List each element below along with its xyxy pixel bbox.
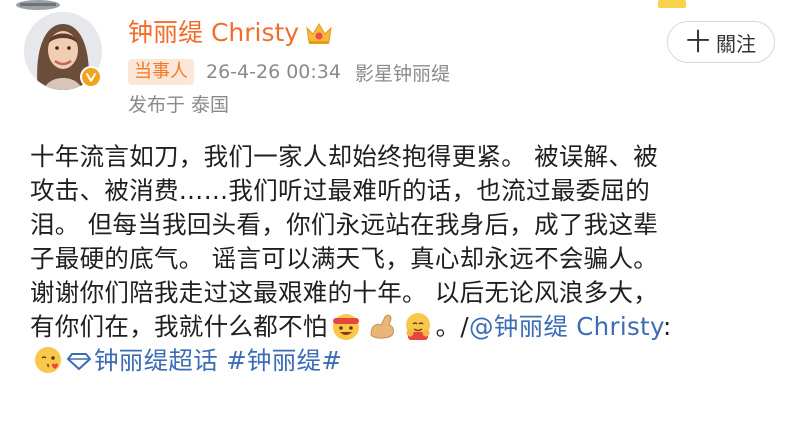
user-title: 影星钟丽缇 (354, 62, 450, 85)
mention-link[interactable]: @钟丽缇 Christy (469, 312, 663, 341)
hugging-face-icon (405, 313, 430, 340)
follow-label: 關注 (716, 31, 756, 56)
post-content: 十年流言如刀，我们一家人却始终抱得更紧。 被误解、被 攻击、被消费……我们听过最… (30, 140, 780, 378)
post-line: 子最硬的底气。 谣言可以满天飞，真心却永远不会骗人。 (30, 244, 659, 273)
crown-icon (306, 23, 332, 44)
verified-icon (80, 66, 102, 88)
hashtag-link[interactable]: #钟丽缇# (226, 346, 342, 375)
decor-corner-icon (658, 0, 686, 8)
post-meta: 当事人 26-4-26 00:34 影星钟丽缇 (128, 58, 450, 86)
post-line: 有你们在，我就什么都不怕 。/@钟丽缇 Christy: (30, 310, 780, 344)
face-blowing-kiss-icon (35, 347, 61, 373)
post-line: 攻击、被消费……我们听过最难听的话，也流过最委屈的 (30, 176, 650, 205)
post-line-text: 有你们在，我就什么都不怕 (30, 312, 328, 341)
grinning-face-with-headband-icon (332, 314, 359, 340)
topic-label: 钟丽缇超话 (94, 346, 218, 375)
mention-suffix: : (662, 312, 672, 341)
post-line: 钟丽缇超话 #钟丽缇# (30, 344, 780, 378)
post-location: 发布于 泰国 (128, 94, 230, 116)
post-line: 谢谢你们陪我走过这最艰难的十年。 以后无论风浪多大， (30, 278, 659, 307)
username[interactable]: 钟丽缇 Christy (128, 16, 299, 50)
status-badge: 当事人 (128, 59, 194, 85)
topic-link[interactable]: 钟丽缇超话 (66, 346, 218, 375)
follow-plus-icon: 十 (686, 28, 710, 56)
follow-button[interactable]: 十 關注 (667, 21, 775, 63)
diamond-topic-icon (67, 353, 91, 370)
post-line: 泪。 但每当我回头看，你们永远站在我身后，成了我这辈 (30, 210, 659, 239)
post-time: 26-4-26 00:34 (206, 61, 341, 83)
post-line-text-tail: 。/ (435, 312, 469, 341)
flexed-biceps-icon (370, 314, 394, 339)
post-line: 十年流言如刀，我们一家人却始终抱得更紧。 被误解、被 (30, 142, 659, 171)
